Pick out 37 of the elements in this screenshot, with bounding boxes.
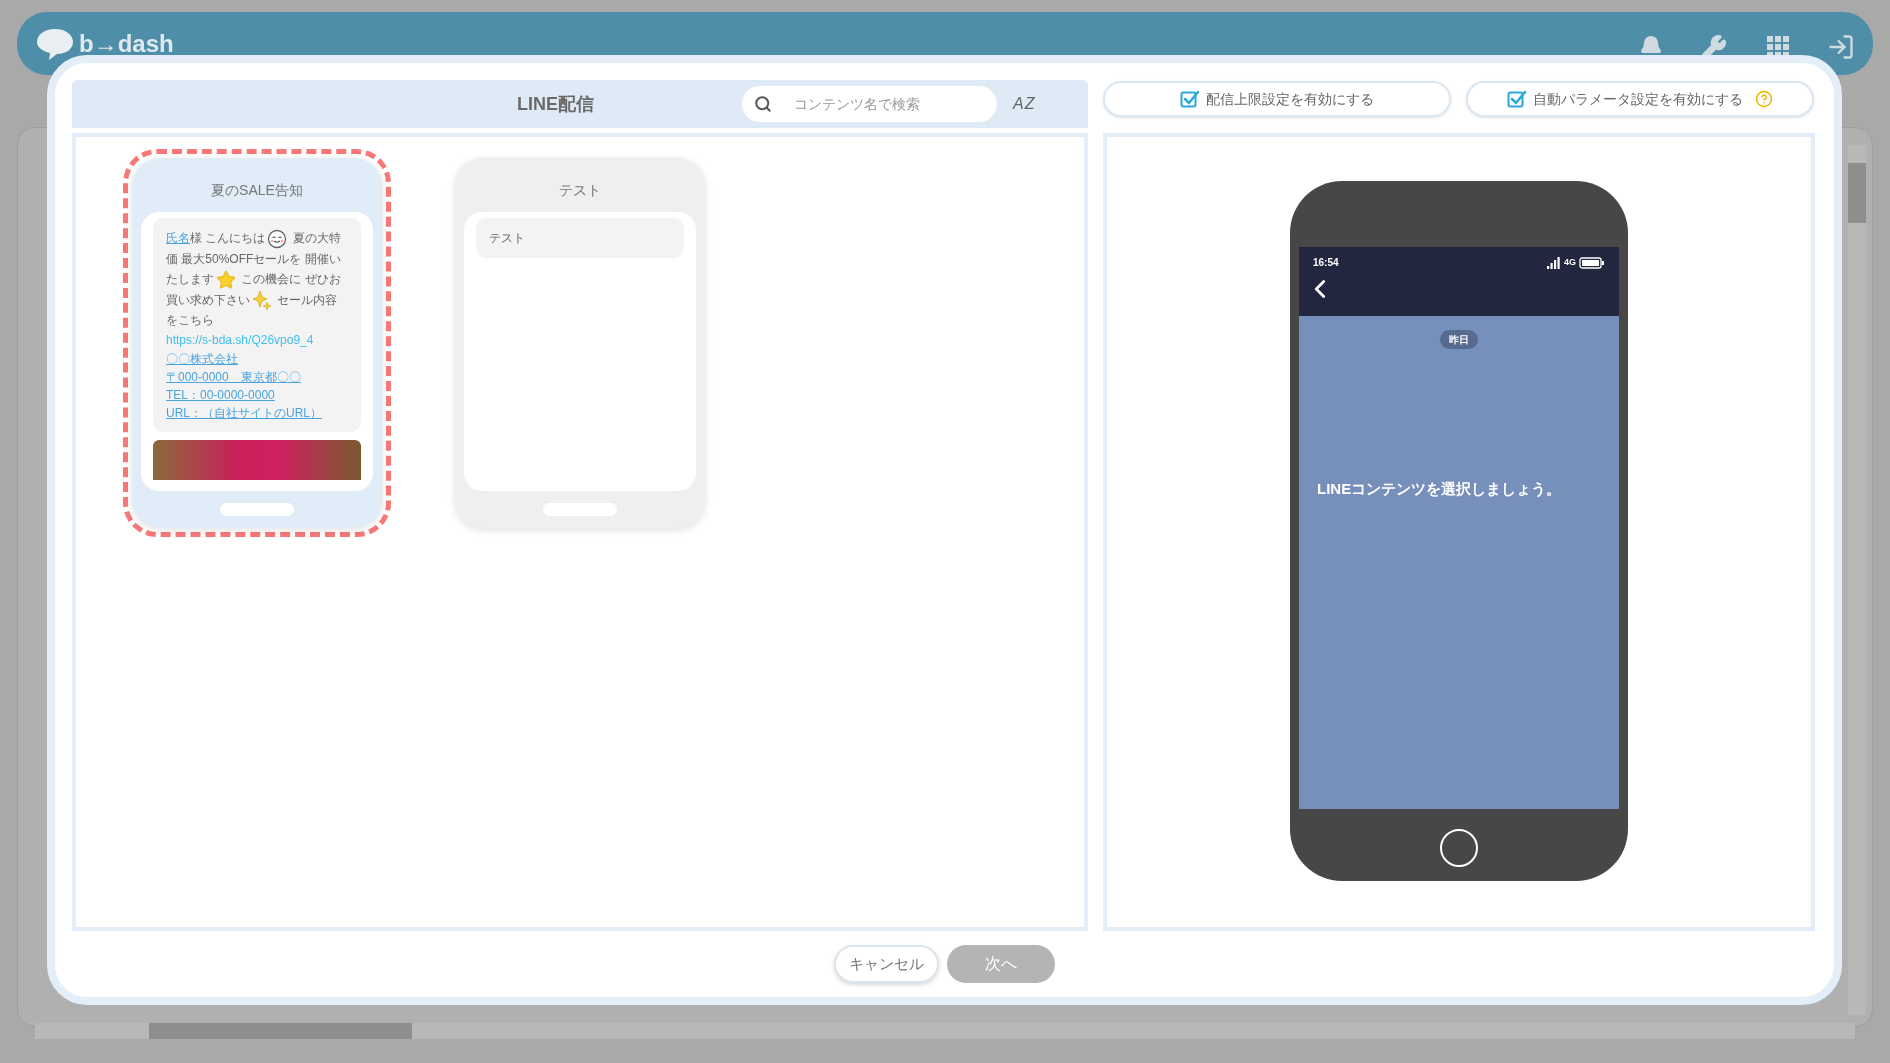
content-card-outline[interactable]: テスト テスト bbox=[446, 149, 714, 537]
card-title: テスト bbox=[559, 181, 601, 200]
card-title: 夏のSALE告知 bbox=[211, 181, 303, 200]
scrollbar-thumb[interactable] bbox=[1848, 163, 1866, 223]
modal-title: LINE配信 bbox=[517, 92, 594, 116]
preview-message: LINEコンテンツを選択しましょう。 bbox=[1316, 479, 1563, 499]
star-icon bbox=[216, 269, 236, 290]
message-text: テスト bbox=[489, 230, 526, 247]
help-icon[interactable] bbox=[1755, 90, 1773, 108]
scrollbar-thumb[interactable] bbox=[149, 1023, 412, 1039]
content-card-outline[interactable]: 夏のSALE告知 氏名様 こんにちは 夏の大特価 最大50%OFFセールを 開催いたします この機会に ぜひお買い求め下さい セール内容をこちら https://s-bda.sh/Q26vpo9_4 〇〇株式会社 〒000-0000 東京都〇〇 TEL：00-0000-0000 URL：（自社サイトのURL） bbox=[123, 149, 391, 537]
option-checkbox[interactable]: 自動パラメータ設定を有効にする bbox=[1466, 81, 1814, 117]
status-time: 16:54 bbox=[1313, 256, 1339, 270]
info-link[interactable]: URL：（自社サイトのURL） bbox=[166, 404, 322, 423]
battery-icon bbox=[1579, 256, 1605, 269]
url-link[interactable]: https://s-bda.sh/Q26vpo9_4 bbox=[166, 330, 314, 351]
sort-button[interactable]: AZ bbox=[1013, 92, 1036, 116]
search-icon bbox=[754, 95, 772, 113]
smiling-face-icon bbox=[267, 228, 288, 249]
search-field[interactable]: コンテンツ名で検索 bbox=[742, 86, 997, 122]
info-link[interactable]: TEL：00-0000-0000 bbox=[166, 386, 275, 405]
info-link[interactable]: 〇〇株式会社 bbox=[166, 350, 238, 369]
option-checkbox[interactable]: 配信上限設定を有効にする bbox=[1103, 81, 1451, 117]
logo-text: b→dash bbox=[79, 28, 174, 59]
logo-icon bbox=[35, 26, 75, 61]
sparkle-icon bbox=[252, 290, 272, 311]
home-button[interactable] bbox=[1440, 829, 1478, 867]
date-chip: 昨日 bbox=[1440, 330, 1478, 349]
signal-icon bbox=[1547, 256, 1561, 269]
checkbox-icon bbox=[1507, 89, 1527, 109]
checkbox-icon bbox=[1180, 89, 1200, 109]
network-label: 4G bbox=[1564, 255, 1576, 269]
cancel-button[interactable]: キャンセル bbox=[834, 945, 939, 983]
logout-icon[interactable] bbox=[1827, 32, 1855, 61]
info-link[interactable]: 〒000-0000 東京都〇〇 bbox=[166, 368, 301, 387]
message-text: 氏名様 こんにちは 夏の大特価 最大50%OFFセールを 開催いたします この機会に ぜひお買い求め下さい セール内容をこちら https://s-bda.sh/Q26vpo9_4 bbox=[166, 228, 348, 351]
name-link[interactable]: 氏名 bbox=[166, 231, 190, 245]
